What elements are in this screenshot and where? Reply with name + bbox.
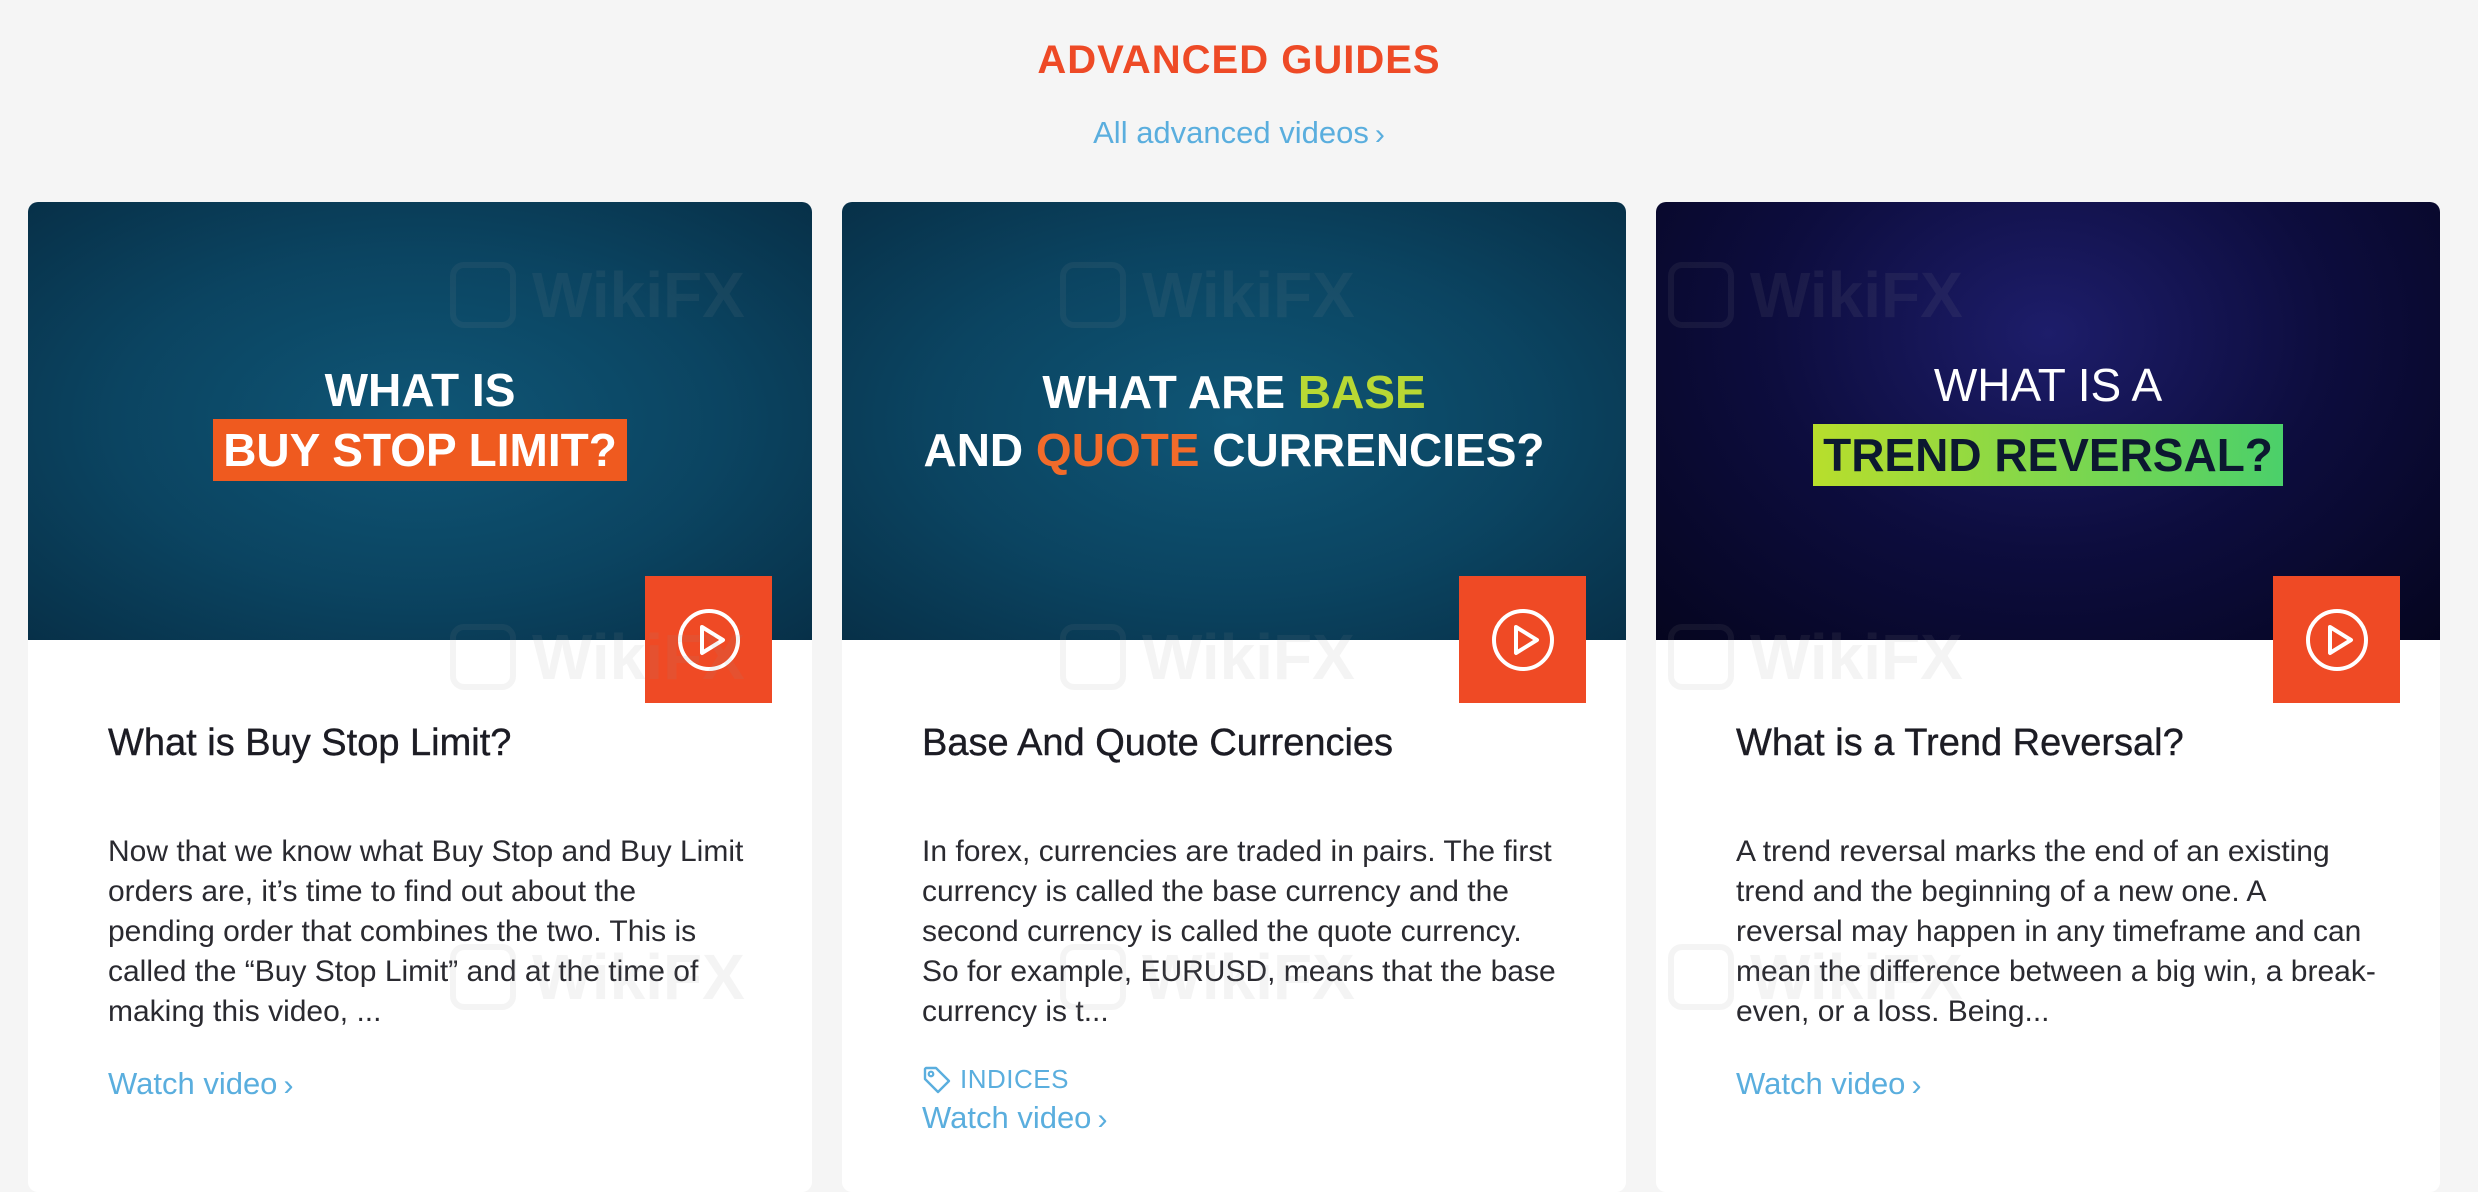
video-card: WHAT ARE BASE AND QUOTE CURRENCIES? Base… bbox=[842, 202, 1626, 1192]
all-advanced-videos-label: All advanced videos bbox=[1093, 115, 1369, 150]
play-button[interactable] bbox=[1459, 576, 1586, 703]
thumbnail-text: AND bbox=[923, 424, 1036, 476]
thumbnail-text: WHAT ARE bbox=[1042, 366, 1298, 418]
video-thumbnail[interactable]: WHAT ARE BASE AND QUOTE CURRENCIES? bbox=[842, 202, 1626, 640]
play-icon bbox=[1491, 608, 1554, 671]
thumbnail-heading-line: WHAT IS A bbox=[1933, 359, 2163, 411]
video-thumbnail[interactable]: WHAT IS A TREND REVERSAL? bbox=[1656, 202, 2440, 640]
chevron-right-icon: › bbox=[1374, 118, 1385, 151]
watch-video-link[interactable]: Watch video › bbox=[108, 1066, 293, 1102]
thumbnail-highlight: BUY STOP LIMIT? bbox=[213, 419, 627, 481]
thumbnail-text: CURRENCIES? bbox=[1199, 424, 1545, 476]
chevron-right-icon: › bbox=[1097, 1103, 1108, 1136]
thumbnail-highlight: QUOTE bbox=[1035, 424, 1200, 476]
watch-video-label: Watch video bbox=[922, 1100, 1092, 1135]
play-button[interactable] bbox=[645, 576, 772, 703]
tag-icon bbox=[923, 1066, 951, 1093]
play-icon bbox=[2305, 608, 2368, 671]
section-title: ADVANCED GUIDES bbox=[1037, 38, 1441, 82]
video-thumbnail[interactable]: WHAT IS BUY STOP LIMIT? bbox=[28, 202, 812, 640]
card-description: A trend reversal marks the end of an exi… bbox=[1736, 835, 2376, 1028]
chevron-right-icon: › bbox=[1911, 1069, 1922, 1102]
card-title[interactable]: Base And Quote Currencies bbox=[922, 722, 1393, 765]
watch-video-link[interactable]: Watch video › bbox=[1736, 1066, 1921, 1102]
thumbnail-heading-line: WHAT ARE BASE bbox=[1042, 363, 1425, 421]
category-tag-label: INDICES bbox=[960, 1064, 1069, 1094]
card-title[interactable]: What is Buy Stop Limit? bbox=[108, 722, 512, 765]
all-advanced-videos-link[interactable]: All advanced videos › bbox=[0, 115, 2478, 151]
thumbnail-highlight: BASE bbox=[1297, 366, 1426, 418]
card-title[interactable]: What is a Trend Reversal? bbox=[1736, 722, 2184, 765]
category-tag[interactable]: INDICES bbox=[922, 1064, 1069, 1095]
thumbnail-highlight: TREND REVERSAL? bbox=[1813, 424, 2283, 486]
card-description: In forex, currencies are traded in pairs… bbox=[922, 835, 1556, 1028]
video-card: WHAT IS A TREND REVERSAL? What is a Tren… bbox=[1656, 202, 2440, 1192]
thumbnail-heading-line: WHAT IS bbox=[324, 364, 516, 416]
thumbnail-heading-line: AND QUOTE CURRENCIES? bbox=[923, 421, 1544, 479]
watch-video-label: Watch video bbox=[108, 1066, 278, 1101]
chevron-right-icon: › bbox=[283, 1069, 294, 1102]
watch-video-label: Watch video bbox=[1736, 1066, 1906, 1101]
card-description: Now that we know what Buy Stop and Buy L… bbox=[108, 835, 744, 1028]
watch-video-link[interactable]: Watch video › bbox=[922, 1100, 1107, 1136]
play-icon bbox=[677, 608, 740, 671]
video-card: WHAT IS BUY STOP LIMIT? What is Buy Stop… bbox=[28, 202, 812, 1192]
play-button[interactable] bbox=[2273, 576, 2400, 703]
